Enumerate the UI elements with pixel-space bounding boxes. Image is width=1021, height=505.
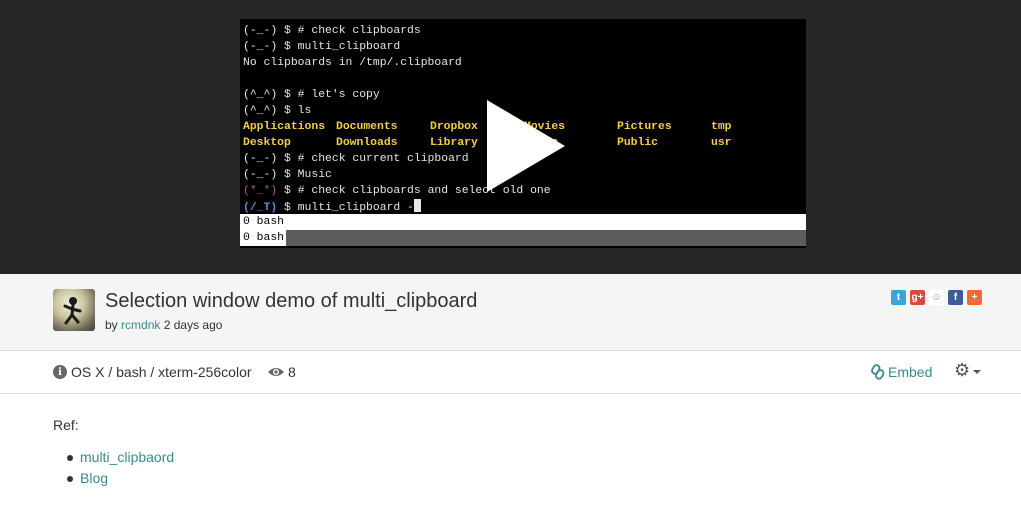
ls-entry: Applications [243, 121, 326, 133]
terminal-cursor [413, 199, 421, 212]
status-bar: 0 bash [240, 230, 806, 246]
recording-description: Ref: multi_clipbaord Blog [53, 417, 174, 489]
description-text: Ref: [53, 417, 79, 433]
reference-list: multi_clipbaord Blog [53, 447, 174, 489]
recorded-time: 2 days ago [163, 318, 223, 332]
terminal-line: (/_T) $ multi_clipboard - [243, 199, 806, 215]
ls-entry: Downloads [336, 137, 398, 149]
ls-entry: Public [617, 137, 659, 149]
settings-dropdown[interactable]: ⚙ [954, 360, 982, 381]
meta-bar: i OS X / bash / xterm-256color 8 Embed ⚙ [0, 351, 1021, 394]
list-item: Blog [66, 468, 174, 489]
play-icon[interactable] [487, 100, 565, 192]
ls-entry: Pictures [617, 121, 672, 133]
embed-button[interactable]: Embed [871, 364, 932, 380]
info-icon: i [53, 365, 67, 379]
embed-label: Embed [888, 364, 933, 380]
twitter-icon[interactable]: t [891, 290, 906, 305]
share-buttons: t g+ ☺ f + [891, 290, 982, 305]
status-bar-window: 0 bash [240, 230, 287, 246]
list-item: multi_clipbaord [66, 447, 174, 468]
ls-entry: usr [711, 137, 732, 149]
terminal-line: (-_-) $ # check clipboards [243, 25, 421, 37]
environment-info: i OS X / bash / xterm-256color [53, 364, 252, 380]
google-plus-icon[interactable]: g+ [910, 290, 925, 305]
ls-entry: tmp [711, 121, 732, 133]
prompt-face: (*_*) [243, 185, 278, 197]
facebook-icon[interactable]: f [948, 290, 963, 305]
eye-icon [268, 368, 284, 376]
view-count: 8 [267, 364, 296, 380]
recording-header: Selection window demo of multi_clipboard… [0, 274, 1021, 351]
ls-entry: Documents [336, 121, 398, 133]
page-title: Selection window demo of multi_clipboard [105, 290, 478, 312]
share-more-icon[interactable]: + [967, 290, 982, 305]
reference-link[interactable]: multi_clipbaord [80, 449, 174, 465]
ls-entry: Library [430, 137, 478, 149]
link-icon [871, 364, 885, 380]
terminal-line: No clipboards in /tmp/.clipboard [243, 57, 462, 69]
avatar[interactable] [53, 289, 95, 331]
reference-link[interactable]: Blog [80, 470, 108, 486]
reddit-icon[interactable]: ☺ [929, 290, 944, 305]
gear-icon: ⚙ [954, 360, 971, 380]
terminal-line: (-_-) $ multi_clipboard [243, 41, 401, 53]
byline: by rcmdnk 2 days ago [105, 318, 222, 332]
ls-entry: Desktop [243, 137, 291, 149]
prompt-face: (/_T) [243, 202, 278, 214]
selection-bar: 0 bash [240, 214, 806, 230]
video-player[interactable]: (-_-) $ # check clipboards (-_-) $ multi… [0, 0, 1021, 274]
terminal-command: $ multi_clipboard - [277, 202, 414, 214]
view-count-number: 8 [288, 364, 296, 380]
author-link[interactable]: rcmdnk [121, 318, 160, 332]
byline-by: by [105, 318, 118, 332]
chevron-down-icon [973, 369, 982, 374]
environment-text: OS X / bash / xterm-256color [71, 364, 252, 380]
ls-entry: Dropbox [430, 121, 478, 133]
